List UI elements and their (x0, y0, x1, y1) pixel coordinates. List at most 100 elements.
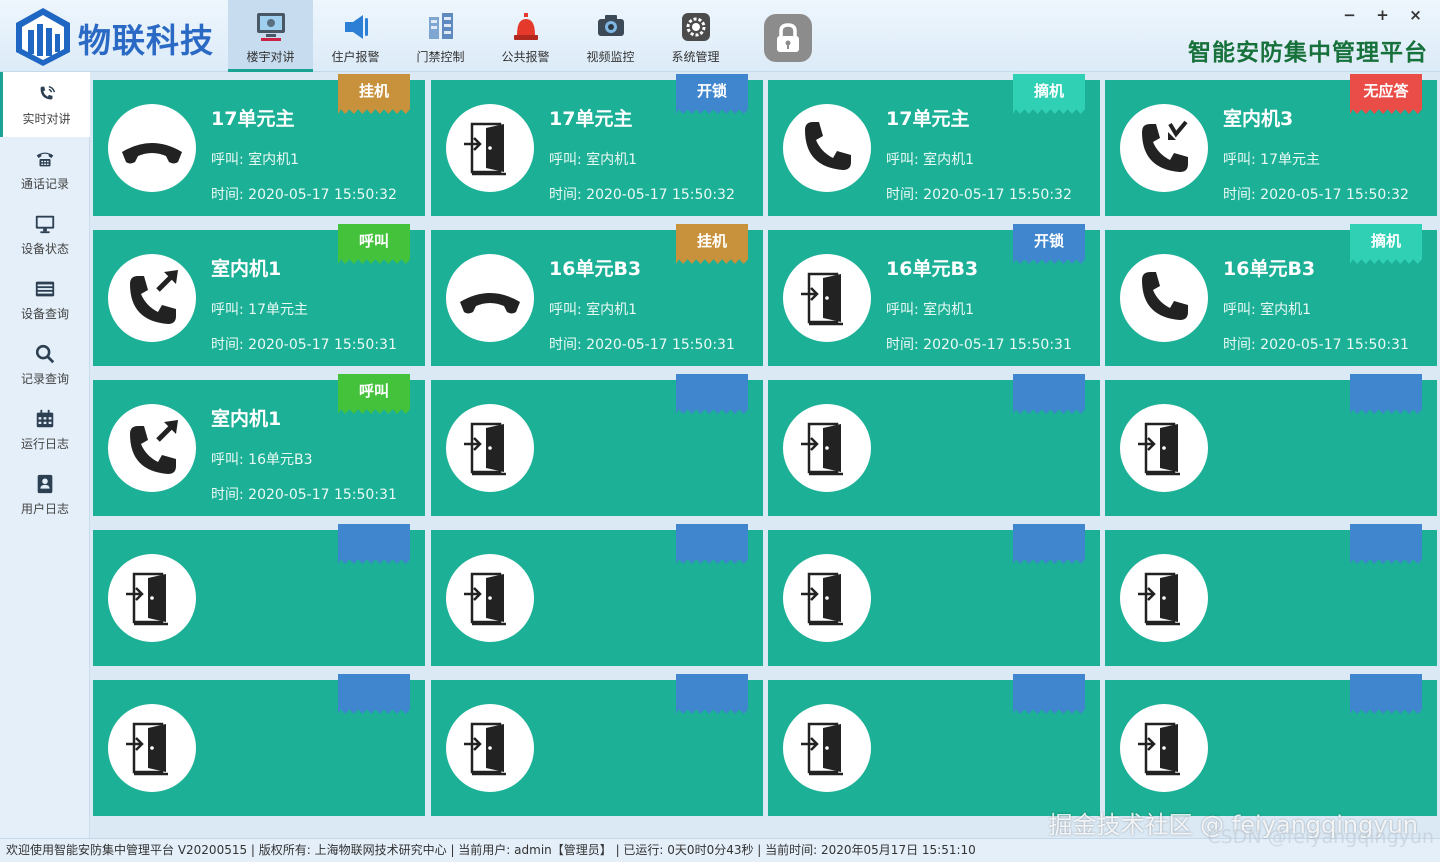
monitor-icon (35, 215, 55, 233)
intercom-card[interactable] (431, 524, 763, 666)
status-tag: 开锁 (1013, 224, 1085, 264)
door-icon (801, 422, 843, 476)
door-icon (464, 422, 506, 476)
door-icon (126, 722, 168, 776)
card-caller: 呼叫: 室内机1 (886, 152, 975, 168)
brand-name: 物联科技 (78, 21, 214, 60)
phone-ring-icon (40, 85, 55, 99)
intercom-card[interactable] (768, 374, 1100, 516)
close-button[interactable]: × (1399, 4, 1432, 26)
card-time: 时间: 2020-05-17 15:50:32 (1223, 187, 1409, 203)
door-icon (464, 572, 506, 626)
intercom-card[interactable]: 室内机1 呼叫: 17单元主 时间: 2020-05-17 15:50:31 呼叫 (93, 224, 425, 366)
intercom-card[interactable] (1105, 674, 1437, 816)
nav-label: 门禁控制 (416, 50, 465, 64)
device-avatar (108, 104, 196, 192)
intercom-card[interactable]: 17单元主 呼叫: 室内机1 时间: 2020-05-17 15:50:32 开锁 (431, 74, 763, 216)
intercom-card[interactable] (93, 674, 425, 816)
intercom-card[interactable]: 16单元B3 呼叫: 室内机1 时间: 2020-05-17 15:50:31 挂机 (431, 224, 763, 366)
intercom-card[interactable]: 室内机3 呼叫: 17单元主时间: 2020-05-17 15:50:32 无应答 (1105, 74, 1437, 216)
sidebar-item-record-query[interactable]: 记录查询 (0, 332, 90, 397)
intercom-card[interactable] (431, 374, 763, 516)
card-time: 时间: 2020-05-17 15:50:31 (886, 337, 1072, 353)
intercom-card[interactable]: 室内机1 呼叫: 16单元B3 时间: 2020-05-17 15:50:31 呼叫 (93, 374, 425, 516)
search-icon (35, 344, 55, 363)
door-icon (801, 572, 843, 626)
nav-access-control[interactable]: 门禁控制 (398, 0, 483, 72)
intercom-card[interactable] (1105, 524, 1437, 666)
maximize-button[interactable]: + (1366, 4, 1399, 26)
nav-system-admin[interactable]: 系统管理 (653, 0, 738, 72)
device-avatar (446, 704, 534, 792)
device-avatar (1120, 554, 1208, 642)
sidebar-item-user-log[interactable]: 用户日志 (0, 462, 90, 527)
intercom-card[interactable]: 16单元B3 呼叫: 室内机1 时间: 2020-05-17 15:50:31 开锁 (768, 224, 1100, 366)
calendar-icon (36, 409, 54, 427)
sidebar-item-label: 用户日志 (20, 501, 69, 516)
card-title: 室内机1 (211, 408, 282, 430)
device-avatar (783, 254, 871, 342)
minimize-button[interactable]: − (1333, 4, 1366, 26)
card-title: 室内机3 (1223, 108, 1294, 130)
nav-intercom[interactable]: 楼宇对讲 (228, 0, 313, 72)
card-title: 16单元B3 (1223, 258, 1316, 280)
card-caller: 呼叫: 室内机1 (211, 152, 300, 168)
phone-icon (805, 122, 851, 170)
lock-screen-button[interactable] (764, 14, 812, 62)
status-tag (1013, 524, 1085, 564)
intercom-card[interactable] (768, 524, 1100, 666)
watermark-text-secondary: CSDN @feiyangqingyun (1207, 826, 1434, 848)
sidebar-item-device-query[interactable]: 设备查询 (0, 267, 90, 332)
status-tag: 开锁 (676, 74, 748, 114)
access-control-icon (428, 13, 453, 39)
device-avatar (446, 404, 534, 492)
door-icon (1138, 722, 1180, 776)
nav-label: 视频监控 (586, 50, 635, 64)
intercom-card[interactable] (1105, 374, 1437, 516)
intercom-card[interactable]: 16单元B3 呼叫: 室内机1 时间: 2020-05-17 15:50:31 摘机 (1105, 224, 1437, 366)
device-avatar (446, 554, 534, 642)
card-caller: 呼叫: 17单元主 (211, 302, 308, 318)
card-title: 16单元B3 (549, 258, 642, 280)
device-avatar (108, 404, 196, 492)
camera-icon (597, 15, 624, 36)
door-icon (464, 122, 506, 176)
nav-resident-alarm[interactable]: 住户报警 (313, 0, 398, 72)
intercom-card[interactable]: 17单元主 呼叫: 室内机1 时间: 2020-05-17 15:50:32 摘机 (768, 74, 1100, 216)
card-caller: 呼叫: 17单元主 (1223, 152, 1320, 168)
status-tag: 无应答 (1350, 74, 1422, 114)
device-avatar (783, 554, 871, 642)
sidebar-item-call-records[interactable]: 通话记录 (0, 137, 90, 202)
card-caller: 呼叫: 室内机1 (1223, 302, 1312, 318)
device-avatar (108, 704, 196, 792)
sidebar-item-label: 实时对讲 (22, 111, 71, 126)
intercom-card[interactable] (431, 674, 763, 816)
telephone-icon (36, 152, 54, 166)
outgoing-call-icon (130, 420, 178, 474)
sidebar-item-realtime-intercom[interactable]: 实时对讲 (0, 72, 90, 137)
status-tag: 摘机 (1350, 224, 1422, 264)
siren-icon (513, 13, 538, 40)
status-tag: 呼叫 (338, 374, 410, 414)
sidebar: 实时对讲 通话记录 设备状态 设备查询 记录查询 运行日志 用户日志 (0, 72, 90, 838)
card-title: 17单元主 (211, 108, 295, 130)
intercom-card[interactable]: 17单元主 呼叫: 室内机1 时间: 2020-05-17 15:50:32 挂机 (93, 74, 425, 216)
device-avatar (1120, 704, 1208, 792)
status-tag (676, 374, 748, 414)
card-time: 时间: 2020-05-17 15:50:32 (549, 187, 735, 203)
status-tag (1350, 524, 1422, 564)
nav-video-monitor[interactable]: 视频监控 (568, 0, 653, 72)
status-tag (676, 524, 748, 564)
intercom-card[interactable] (93, 524, 425, 666)
door-icon (1138, 572, 1180, 626)
device-avatar (783, 704, 871, 792)
outgoing-call-icon (130, 270, 178, 324)
nav-public-alarm[interactable]: 公共报警 (483, 0, 568, 72)
card-time: 时间: 2020-05-17 15:50:32 (211, 187, 397, 203)
sidebar-item-run-log[interactable]: 运行日志 (0, 397, 90, 462)
status-tag (1013, 374, 1085, 414)
intercom-card[interactable] (768, 674, 1100, 816)
nav-label: 系统管理 (671, 50, 720, 64)
sidebar-item-device-status[interactable]: 设备状态 (0, 202, 90, 267)
sidebar-item-label: 运行日志 (20, 436, 69, 451)
